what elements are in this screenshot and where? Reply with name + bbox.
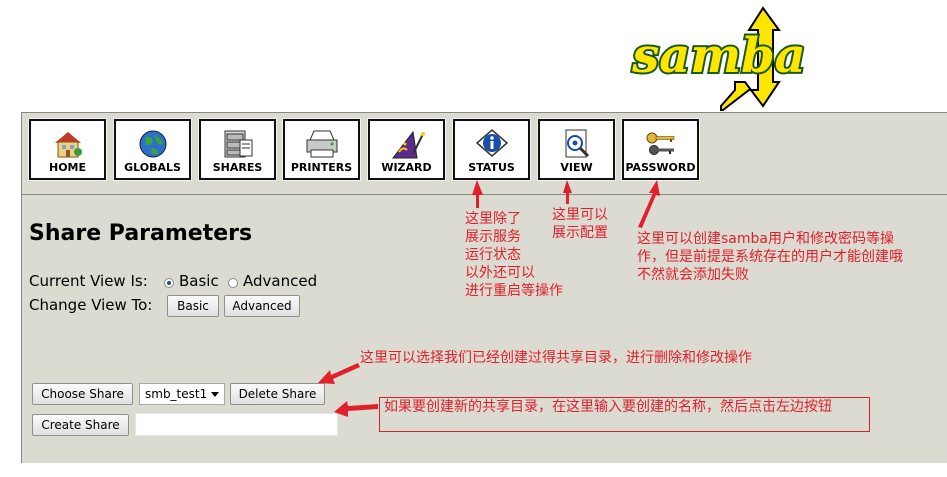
annotation-arrows [318, 180, 660, 417]
view-arrow [563, 180, 572, 204]
choose-share-arrow [318, 363, 360, 384]
status-arrow [472, 180, 483, 208]
password-arrow [638, 180, 660, 228]
create-share-arrow [334, 401, 378, 417]
